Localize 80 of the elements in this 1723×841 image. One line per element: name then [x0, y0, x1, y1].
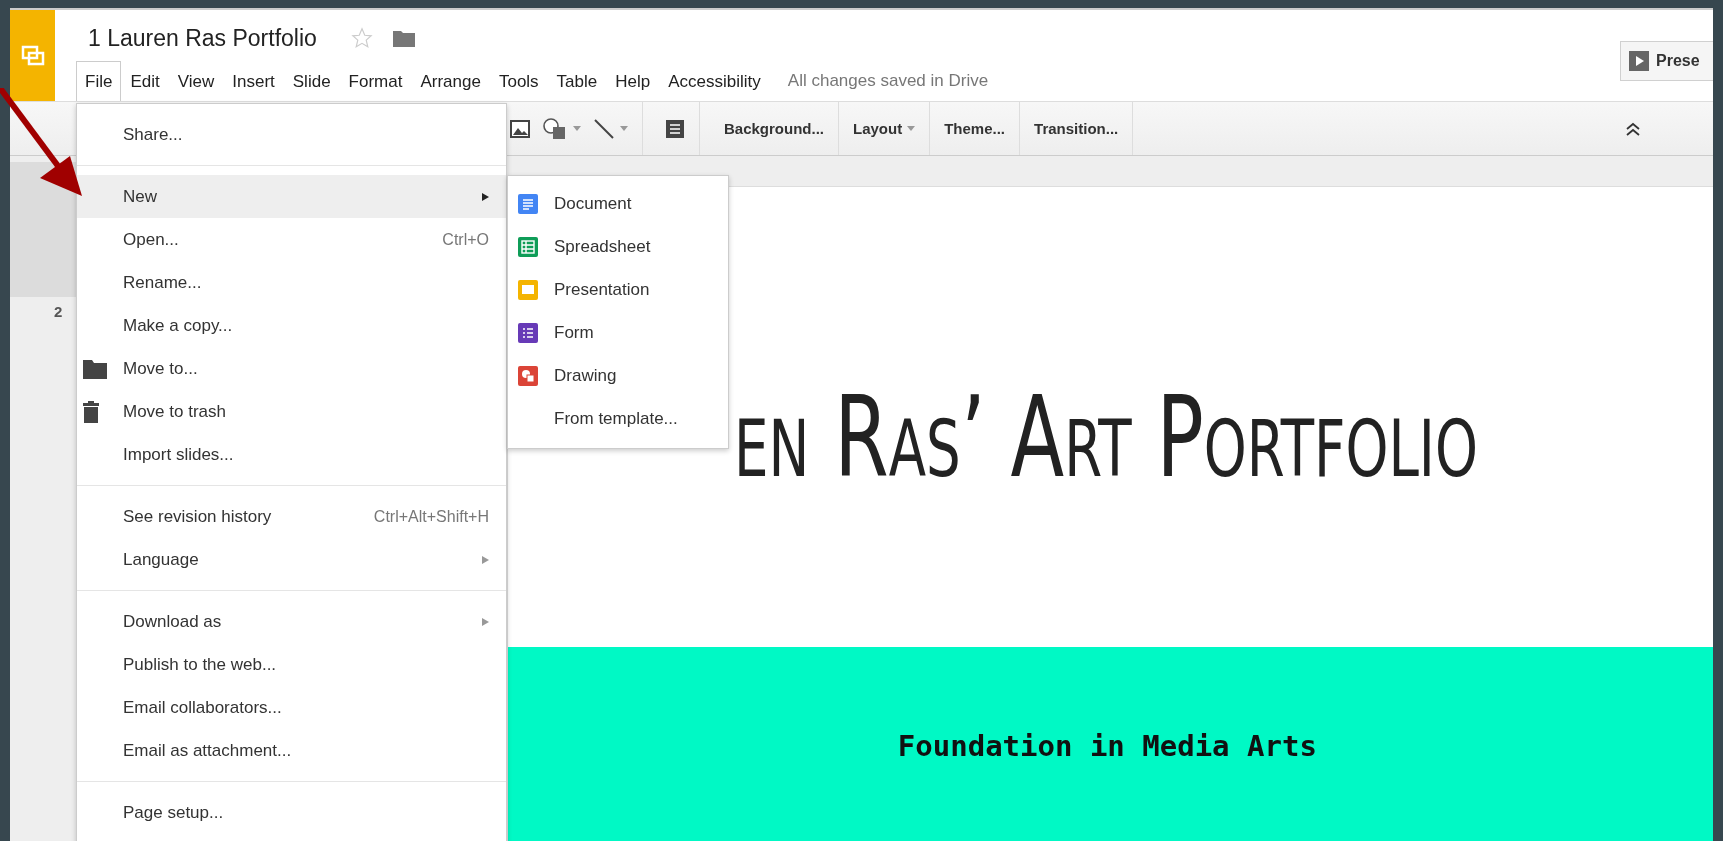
trash-icon	[83, 400, 99, 423]
menu-item-label: Make a copy...	[123, 315, 234, 336]
submenu-item[interactable]: Presentation	[508, 268, 728, 311]
keyboard-shortcut: Ctrl+O	[442, 230, 489, 249]
submenu-item[interactable]: From template...	[508, 397, 728, 440]
menu-item[interactable]: Rename...	[77, 261, 506, 304]
menu-bar-item[interactable]: Accessibility	[659, 60, 770, 101]
menu-item[interactable]: Move to trash	[77, 390, 506, 433]
menu-item-label: Publish to the web...	[123, 654, 278, 675]
slides-logo-icon	[20, 43, 45, 68]
menu-item[interactable]: Email collaborators...	[77, 686, 506, 729]
slide-number: 2	[54, 303, 63, 320]
menu-item-label: Page setup...	[123, 802, 225, 823]
menu-item-label: Share...	[123, 124, 184, 145]
menu-item-label: Email collaborators...	[123, 697, 283, 718]
menu-item-label: Open...	[123, 229, 180, 250]
menu-item-label: Language	[123, 549, 200, 570]
submenu-item[interactable]: Form	[508, 311, 728, 354]
submenu-item-label: Form	[554, 322, 594, 343]
save-status: All changes saved in Drive	[787, 70, 989, 91]
comment-icon[interactable]	[665, 118, 685, 139]
present-button[interactable]: Prese	[1620, 40, 1713, 81]
menu-item[interactable]: Page setup...	[77, 791, 506, 834]
menu-bar-item[interactable]: Insert	[223, 60, 284, 101]
submenu-item-label: Spreadsheet	[554, 236, 651, 257]
menu-item[interactable]: Language	[77, 538, 506, 581]
keyboard-shortcut: Ctrl+Alt+Shift+H	[373, 507, 489, 526]
slide-thumbnail[interactable]	[10, 162, 76, 297]
menu-bar-item[interactable]: View	[168, 60, 224, 101]
submenu-item[interactable]: Document	[508, 182, 728, 225]
slide-subtitle: Foundation in Media Arts	[897, 729, 1317, 765]
caret-icon[interactable]	[620, 126, 628, 131]
submenu-item[interactable]: Drawing	[508, 354, 728, 397]
menu-bar-item[interactable]: Edit	[121, 60, 169, 101]
submenu-item-label: Presentation	[554, 279, 650, 300]
play-icon	[1629, 50, 1649, 71]
menu-bar-item[interactable]: File	[76, 60, 122, 101]
menu-bar-item[interactable]: Slide	[283, 60, 340, 101]
menu-item-label: Download as	[123, 611, 223, 632]
menu-item-label: Import slides...	[123, 444, 235, 465]
menu-item[interactable]: Email as attachment...	[77, 729, 506, 772]
menu-item[interactable]: Open... Ctrl+O	[77, 218, 506, 261]
slide-title: en Ras’ Art Portfolio	[734, 372, 1478, 502]
toolbar-button[interactable]: Background...	[710, 102, 838, 155]
menu-bar-item[interactable]: Format	[339, 60, 412, 101]
menu-item-label: Rename...	[123, 272, 203, 293]
caret-icon[interactable]	[573, 126, 581, 131]
image-icon[interactable]	[510, 119, 530, 138]
folder-icon[interactable]	[392, 29, 415, 47]
menu-item[interactable]: Download as	[77, 600, 506, 643]
menu-bar-item[interactable]: Table	[547, 60, 607, 101]
menu-item-label: Move to...	[123, 358, 199, 379]
menu-item-label: Move to trash	[123, 401, 227, 422]
menu-item[interactable]: Publish to the web...	[77, 643, 506, 686]
menu-item[interactable]: Share...	[77, 113, 506, 156]
menu-item[interactable]: See revision history Ctrl+Alt+Shift+H	[77, 495, 506, 538]
menu-item-label: See revision history	[123, 506, 273, 527]
submenu-item-label: Drawing	[554, 365, 617, 386]
submenu-item[interactable]: Spreadsheet	[508, 225, 728, 268]
toolbar-button[interactable]: Theme...	[930, 102, 1020, 155]
toolbar-button[interactable]: Transition...	[1020, 102, 1133, 155]
star-icon[interactable]	[350, 27, 373, 49]
folder-icon	[83, 358, 107, 379]
toolbar-button[interactable]: Layout	[839, 102, 930, 155]
slide-thumbnail[interactable]: 2	[10, 297, 76, 432]
document-title[interactable]: 1 Lauren Ras Portfolio	[88, 24, 317, 52]
menu-bar-item[interactable]: Arrange	[411, 60, 490, 101]
submenu-item-label: From template...	[554, 408, 678, 429]
menu-bar-item[interactable]: Tools	[489, 60, 548, 101]
menu-item[interactable]: Move to...	[77, 347, 506, 390]
shape-icon[interactable]	[542, 117, 568, 140]
menu-item[interactable]: Make a copy...	[77, 304, 506, 347]
menu-item-label: Email as attachment...	[123, 740, 293, 761]
line-icon[interactable]	[593, 117, 615, 140]
menu-item-label: New	[123, 186, 158, 207]
menu-bar-item[interactable]: Help	[606, 60, 660, 101]
submenu-item-label: Document	[554, 193, 632, 214]
menu-item[interactable]: New	[77, 175, 506, 218]
menu-item[interactable]: Import slides...	[77, 433, 506, 476]
collapse-icon[interactable]	[1625, 120, 1641, 137]
